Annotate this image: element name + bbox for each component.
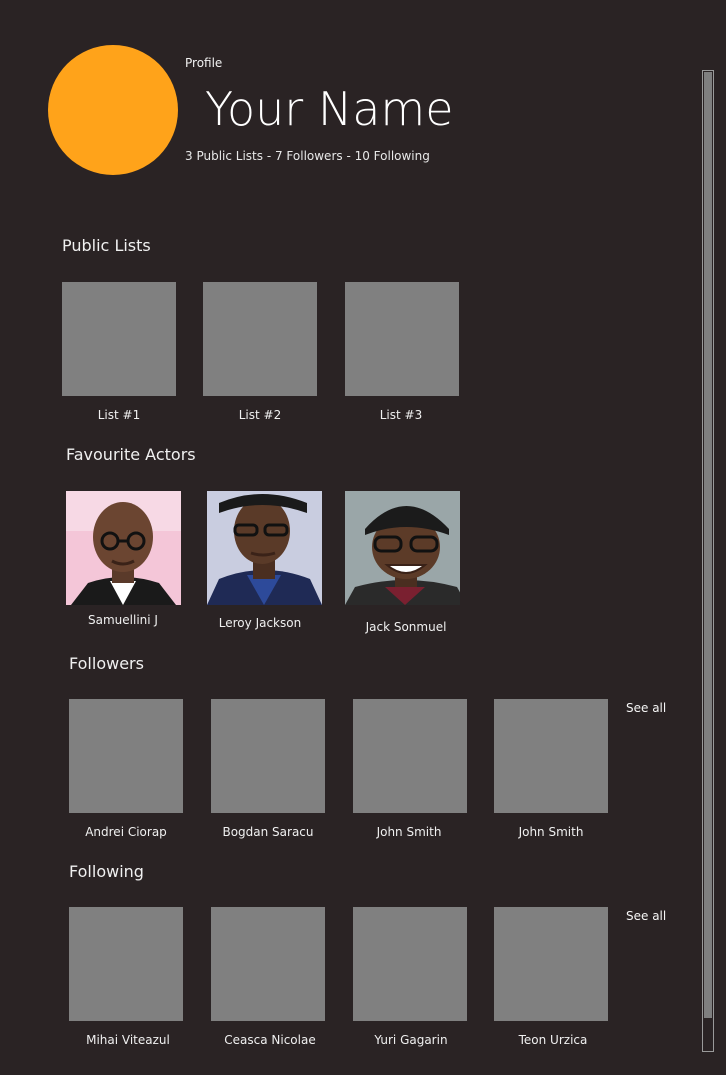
following-avatar[interactable] [353,907,467,1021]
actor-name[interactable]: Samuellini J [53,613,193,627]
favourite-actors-title: Favourite Actors [66,445,196,464]
following-avatar[interactable] [69,907,183,1021]
public-lists-title: Public Lists [62,236,151,255]
avatar[interactable] [48,45,178,175]
follower-avatar[interactable] [69,699,183,813]
list-label[interactable]: List #3 [331,408,471,422]
follower-name[interactable]: John Smith [481,825,621,839]
follower-avatar[interactable] [494,699,608,813]
user-name: Your Name [205,82,454,136]
following-name[interactable]: Teon Urzica [483,1033,623,1047]
list-label[interactable]: List #2 [190,408,330,422]
following-name[interactable]: Mihai Viteazul [58,1033,198,1047]
profile-stats: 3 Public Lists - 7 Followers - 10 Follow… [185,149,430,163]
actor-photo[interactable] [66,491,181,605]
list-thumbnail[interactable] [62,282,176,396]
followers-title: Followers [69,654,144,673]
actor-name[interactable]: Jack Sonmuel [336,620,476,634]
follower-avatar[interactable] [353,699,467,813]
actor-name[interactable]: Leroy Jackson [190,616,330,630]
follower-name[interactable]: Andrei Ciorap [56,825,196,839]
list-label[interactable]: List #1 [49,408,189,422]
follower-name[interactable]: John Smith [339,825,479,839]
follower-avatar[interactable] [211,699,325,813]
profile-label: Profile [185,56,223,70]
following-title: Following [69,862,144,881]
following-see-all-link[interactable]: See all [626,909,666,923]
actor-photo[interactable] [207,491,322,605]
followers-see-all-link[interactable]: See all [626,701,666,715]
scrollbar-track[interactable] [702,70,714,1052]
following-name[interactable]: Yuri Gagarin [341,1033,481,1047]
actor-photo[interactable] [345,491,460,605]
list-thumbnail[interactable] [345,282,459,396]
following-avatar[interactable] [211,907,325,1021]
follower-name[interactable]: Bogdan Saracu [198,825,338,839]
following-name[interactable]: Ceasca Nicolae [200,1033,340,1047]
following-avatar[interactable] [494,907,608,1021]
list-thumbnail[interactable] [203,282,317,396]
scrollbar-thumb[interactable] [704,72,712,1018]
